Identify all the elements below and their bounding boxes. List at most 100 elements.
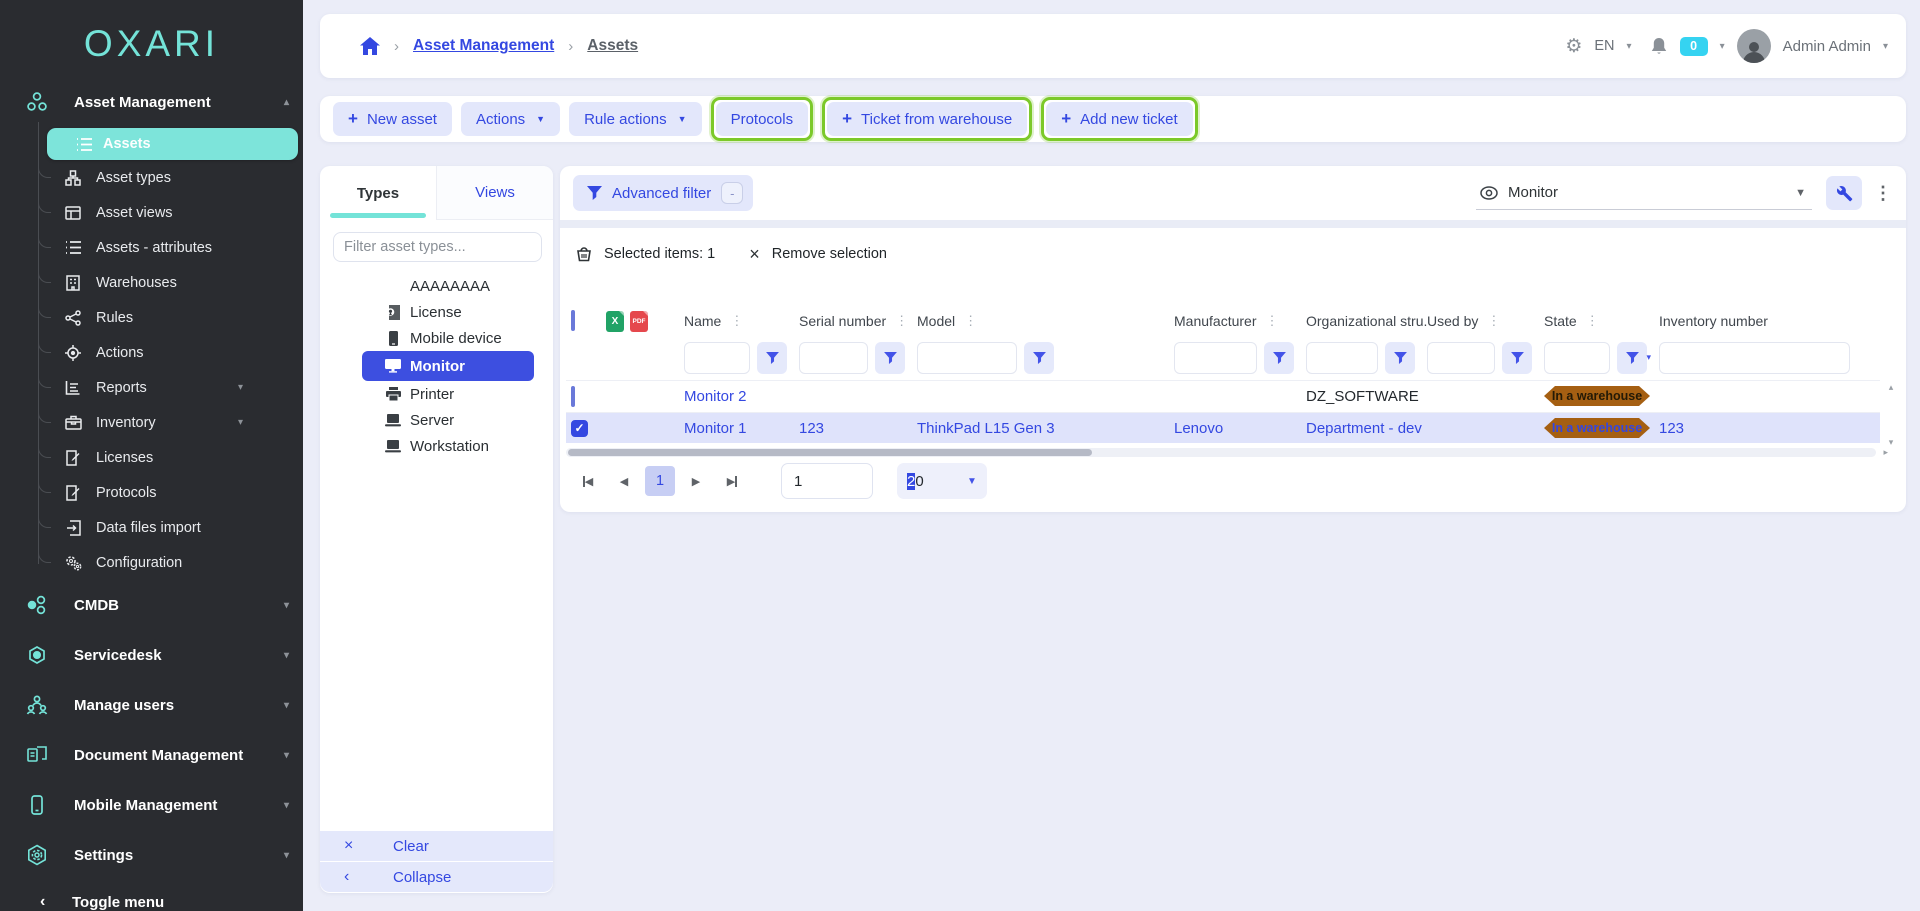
breadcrumb-asset-management[interactable]: Asset Management: [413, 37, 554, 55]
breadcrumb-assets[interactable]: Assets: [587, 37, 638, 55]
select-all-checkbox[interactable]: [571, 310, 575, 331]
sidebar-item-rules[interactable]: Rules: [0, 300, 303, 335]
tab-views[interactable]: Views: [436, 166, 553, 220]
chevron-down-icon[interactable]: ▾: [284, 600, 289, 611]
sidebar-item-warehouses[interactable]: Warehouses: [0, 265, 303, 300]
sidebar-item-configuration[interactable]: Configuration: [0, 545, 303, 580]
export-excel-icon[interactable]: X: [606, 311, 624, 332]
sidebar-item-actions[interactable]: Actions: [0, 335, 303, 370]
chevron-down-icon[interactable]: ▾: [238, 417, 243, 428]
view-selector-dropdown[interactable]: Monitor ▼: [1476, 176, 1812, 210]
chevron-down-icon[interactable]: ▾: [238, 382, 243, 393]
scrollbar-thumb[interactable]: [568, 449, 1092, 456]
chevron-down-icon[interactable]: ▾: [284, 800, 289, 811]
column-menu-icon[interactable]: ⋮: [895, 313, 908, 329]
rule-actions-dropdown-button[interactable]: Rule actions ▼: [569, 102, 701, 136]
asset-type-item-aaaaaaaa[interactable]: AAAAAAAA: [320, 273, 553, 299]
chevron-down-icon[interactable]: ▾: [284, 650, 289, 661]
next-page-button[interactable]: ▶: [681, 466, 711, 496]
new-asset-button[interactable]: + New asset: [333, 102, 452, 136]
sidebar-section-servicedesk[interactable]: Servicedesk ▾: [0, 630, 303, 680]
clear-button[interactable]: × Clear: [320, 831, 553, 861]
cell-name[interactable]: Monitor 2: [684, 388, 799, 405]
used-by-filter-input[interactable]: [1427, 342, 1495, 374]
table-settings-wrench-button[interactable]: [1826, 176, 1862, 210]
asset-type-item-mobile-device[interactable]: Mobile device: [320, 325, 553, 351]
remove-selection-button[interactable]: Remove selection: [772, 246, 887, 262]
sidebar-section-manage-users[interactable]: Manage users ▾: [0, 680, 303, 730]
state-filter-select[interactable]: [1544, 342, 1610, 374]
protocols-button[interactable]: Protocols: [716, 102, 809, 136]
page-size-selector[interactable]: 20 ▼: [897, 463, 987, 499]
column-menu-icon[interactable]: ⋮: [730, 313, 743, 329]
sidebar-item-data-files-import[interactable]: Data files import: [0, 510, 303, 545]
last-page-button[interactable]: ▶: [717, 466, 747, 496]
tab-types[interactable]: Types: [320, 166, 436, 220]
row-checkbox[interactable]: ✓: [571, 420, 588, 437]
advanced-filter-button[interactable]: Advanced filter -: [573, 175, 753, 211]
organizational-structure-filter-button[interactable]: [1385, 342, 1415, 374]
notification-count-badge[interactable]: 0: [1680, 37, 1708, 56]
asset-type-item-license[interactable]: License: [320, 299, 553, 325]
previous-page-button[interactable]: ◀: [609, 466, 639, 496]
column-menu-icon[interactable]: ⋮: [1586, 313, 1599, 329]
settings-gear-icon[interactable]: ⚙: [1565, 35, 1582, 58]
table-row[interactable]: ✓ Monitor 1 123 ThinkPad L15 Gen 3 Lenov…: [566, 412, 1880, 443]
chevron-down-icon[interactable]: ▾: [284, 700, 289, 711]
sidebar-item-asset-types[interactable]: Asset types: [0, 160, 303, 195]
chevron-down-icon[interactable]: ▾: [1883, 41, 1888, 52]
table-row[interactable]: Monitor 2 DZ_SOFTWARE In a warehouse: [566, 380, 1880, 411]
manufacturer-filter-button[interactable]: [1264, 342, 1294, 374]
sidebar-section-mobile-management[interactable]: Mobile Management ▾: [0, 780, 303, 830]
user-avatar[interactable]: [1737, 29, 1771, 63]
horizontal-scrollbar[interactable]: [566, 448, 1876, 457]
first-page-button[interactable]: ◀: [573, 466, 603, 496]
collapse-button[interactable]: ‹ Collapse: [320, 862, 553, 892]
serial-number-filter-button[interactable]: [875, 342, 905, 374]
model-filter-button[interactable]: [1024, 342, 1054, 374]
sidebar-item-reports[interactable]: Reports ▾: [0, 370, 303, 405]
asset-type-item-workstation[interactable]: Workstation: [320, 433, 553, 459]
toggle-menu-button[interactable]: ‹ Toggle menu: [0, 884, 303, 911]
scroll-down-arrow[interactable]: ▾: [1889, 437, 1894, 448]
row-checkbox[interactable]: [571, 386, 575, 407]
add-new-ticket-button[interactable]: + Add new ticket: [1046, 102, 1193, 136]
manufacturer-filter-input[interactable]: [1174, 342, 1257, 374]
sidebar-section-cmdb[interactable]: CMDB ▾: [0, 580, 303, 630]
column-menu-icon[interactable]: ⋮: [964, 313, 977, 329]
sidebar-item-protocols[interactable]: Protocols: [0, 475, 303, 510]
column-menu-icon[interactable]: ⋮: [1487, 313, 1500, 329]
sidebar-section-asset-management[interactable]: Asset Management ▴: [0, 84, 303, 120]
ticket-from-warehouse-button[interactable]: + Ticket from warehouse: [827, 102, 1027, 136]
asset-type-item-printer[interactable]: Printer: [320, 381, 553, 407]
sidebar-item-assets-attributes[interactable]: Assets - attributes: [0, 230, 303, 265]
sidebar-item-inventory[interactable]: Inventory ▾: [0, 405, 303, 440]
cell-name[interactable]: Monitor 1: [684, 420, 799, 437]
sidebar-section-settings[interactable]: Settings ▾: [0, 830, 303, 880]
chevron-down-icon[interactable]: ▾: [284, 850, 289, 861]
organizational-structure-filter-input[interactable]: [1306, 342, 1378, 374]
chevron-down-icon[interactable]: ▾: [1627, 41, 1632, 52]
export-pdf-icon[interactable]: PDF: [630, 311, 648, 332]
chevron-down-icon[interactable]: ▾: [1720, 41, 1725, 52]
model-filter-input[interactable]: [917, 342, 1017, 374]
vertical-scrollbar[interactable]: ▴ ▾: [1884, 382, 1898, 448]
inventory-number-filter-input[interactable]: [1659, 342, 1850, 374]
column-menu-icon[interactable]: ⋮: [1265, 313, 1278, 329]
notifications-bell-icon[interactable]: [1650, 37, 1668, 56]
serial-number-filter-input[interactable]: [799, 342, 868, 374]
language-selector[interactable]: EN: [1594, 38, 1614, 54]
name-filter-input[interactable]: [684, 342, 750, 374]
close-icon[interactable]: ×: [749, 244, 760, 265]
chevron-down-icon[interactable]: ▾: [284, 750, 289, 761]
scroll-up-arrow[interactable]: ▴: [1889, 382, 1894, 393]
state-filter-button[interactable]: [1617, 342, 1647, 374]
sidebar-item-asset-views[interactable]: Asset views: [0, 195, 303, 230]
scroll-right-arrow[interactable]: ▸: [1883, 447, 1888, 458]
filter-asset-types-input[interactable]: [333, 232, 542, 262]
table-kebab-menu[interactable]: ⋮: [1874, 183, 1892, 204]
asset-type-item-server[interactable]: Server: [320, 407, 553, 433]
asset-type-item-monitor[interactable]: Monitor: [362, 351, 534, 381]
home-icon[interactable]: [360, 37, 380, 55]
sidebar-section-document-management[interactable]: Document Management ▾: [0, 730, 303, 780]
